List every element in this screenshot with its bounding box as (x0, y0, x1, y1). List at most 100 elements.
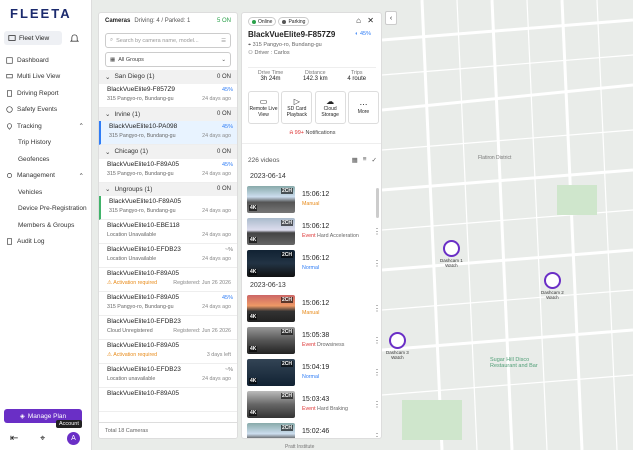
fleeta-logo: FLEETA (10, 6, 72, 21)
camera-item[interactable]: BlackVueElite10-F89A05 315 Pangyo-ro, Bun… (99, 196, 237, 220)
remote-live-view-button[interactable]: ▭ Remote Live View (248, 91, 279, 124)
chevron-left-icon: ‹ (389, 14, 393, 22)
fleet-view-button[interactable]: Fleet View (4, 31, 62, 45)
group-san-diego[interactable]: ⌄ San Diego (1) 0 ON (99, 70, 237, 84)
more-options-icon[interactable]: ⋮ (371, 400, 381, 409)
monitor-icon (6, 74, 13, 79)
more-options-icon[interactable]: ⋮ (371, 227, 381, 236)
nav-driving-report[interactable]: Driving Report (0, 85, 92, 102)
vehicle-marker[interactable]: Dashcam 1 Watch (440, 240, 463, 269)
nav-vehicles[interactable]: Vehicles (0, 184, 92, 201)
video-thumbnail[interactable]: 2CH4K (247, 185, 295, 213)
cameras-title: Cameras (105, 18, 131, 24)
map[interactable] (382, 0, 633, 450)
report-icon (7, 90, 12, 97)
check-icon[interactable]: ✓ (372, 156, 377, 164)
video-item[interactable]: 2CH 4K 15:04:19 Normal ⋮ (242, 356, 381, 388)
groups-select[interactable]: ▦ All Groups ⌄ (105, 52, 231, 67)
fleet-view-label: Fleet View (19, 34, 50, 42)
camera-item-selected[interactable]: BlackVueElite10-PA098 45% 315 Pangyo-ro, B… (99, 121, 237, 145)
more-options-icon[interactable]: ⋮ (371, 304, 381, 313)
alert-icon (6, 106, 13, 113)
nav-management[interactable]: Management ⌃ (0, 168, 92, 185)
video-thumbnail[interactable]: 2CH4K (247, 294, 295, 322)
nav-dashboard[interactable]: Dashboard (0, 52, 92, 69)
nav-multi-live-view[interactable]: Multi Live View (0, 69, 92, 86)
calendar-icon[interactable]: ▦ (352, 156, 358, 164)
video-thumbnail[interactable]: 2CH4K (247, 390, 295, 418)
video-time: 15:04:19 (302, 364, 330, 371)
trip-stats: Drive Time 3h 24m Distance 142.3 km Trips 4… (248, 67, 376, 82)
more-options-icon[interactable]: ⋮ (371, 336, 381, 345)
nav-device-pre-registration[interactable]: Device Pre-Registration (0, 201, 92, 218)
video-item[interactable]: 2CH 4K 15:03:43 Event Hard Braking ⋮ (242, 388, 381, 420)
video-item[interactable]: 2CH 4K 15:06:12 Normal ⋮ (242, 247, 381, 279)
map-label: Pratt Institute (285, 444, 315, 450)
video-thumbnail[interactable]: 2CH4K (247, 422, 295, 438)
notifications-link[interactable]: ⍾ 99+ Notifications (242, 130, 381, 144)
camera-item[interactable]: BlackVueElite10-EFDB23 ~% Location Unavail… (99, 244, 237, 268)
sd-card-playback-button[interactable]: ▷ SD Card Playback (281, 91, 313, 124)
vehicle-marker[interactable]: Dashcam 3 Watch (386, 332, 409, 361)
camera-item[interactable]: BlackVueElite10-F89A05 ⚠ Activation requi… (99, 268, 237, 292)
collapse-panel-button[interactable]: ‹ (385, 11, 397, 25)
bell-icon[interactable] (70, 33, 79, 43)
video-type: Manual (302, 201, 320, 207)
video-item[interactable]: 2CH 4K 15:05:38 Event Drowsiness ⋮ (242, 324, 381, 356)
nav-trip-history[interactable]: Trip History (0, 135, 92, 152)
video-item[interactable]: 2CH4K 15:02:46 Normal ⋮ (242, 420, 381, 439)
group-chicago[interactable]: ⌄ Chicago (1) 0 ON (99, 145, 237, 159)
group-ungroups[interactable]: ⌄ Ungroups (1) 0 ON (99, 182, 237, 196)
videos-count: 226 videos (248, 156, 280, 164)
camera-item[interactable]: BlackVueElite10-EFDB23 Cloud Unregistered… (99, 316, 237, 340)
map-label: Flatiron District (478, 155, 512, 161)
cloud-storage-button[interactable]: ☁ Cloud Storage (314, 91, 346, 124)
camera-item[interactable]: BlackVueElite10-F89A05 45% 315 Pangyo-ro, … (99, 159, 237, 183)
more-options-icon[interactable]: ⋮ (371, 432, 381, 439)
avatar[interactable]: A (67, 432, 80, 445)
scrollbar[interactable] (376, 188, 379, 218)
group-irvine[interactable]: ⌄ Irvine (1) 0 ON (99, 107, 237, 121)
search-input[interactable]: ⌕ Search by camera name, model... ☰ (105, 33, 231, 48)
camera-item[interactable]: BlackVueElite10-F89A05 45% 315 Pangyo-ro, … (99, 292, 237, 316)
camera-item[interactable]: BlackVueElite10-EFDB23 ~% Location unavail… (99, 364, 237, 388)
camera-item[interactable]: BlackVueElite10-F89A05 (99, 388, 237, 412)
home-icon[interactable]: ⌂ (356, 16, 361, 25)
video-thumbnail[interactable]: 2CH4K (247, 217, 295, 245)
group-icon: ▦ (110, 56, 116, 63)
video-thumbnail[interactable]: 2CH4K (247, 358, 295, 386)
camera-detail-panel: Online Parking ⌂ ✕ BlackVueElite9-F857Z9… (241, 12, 382, 439)
video-time: 15:05:38 (302, 332, 330, 339)
filter-icon[interactable]: ☰ (221, 38, 226, 44)
video-item[interactable]: 2CH4K15:06:12Manual ⋮ (242, 183, 381, 215)
nav-geofences[interactable]: Geofences (0, 151, 92, 168)
more-options-icon[interactable]: ⋮ (371, 368, 381, 377)
more-options-icon[interactable]: ⋮ (371, 259, 381, 268)
nav-members-groups[interactable]: Members & Groups (0, 217, 92, 234)
close-icon[interactable]: ✕ (367, 16, 374, 25)
video-icon: ▭ (259, 96, 268, 106)
more-icon: ⋯ (359, 99, 368, 109)
play-icon: ▷ (293, 96, 300, 106)
search-icon: ⌕ (110, 37, 114, 43)
nav-audit-log[interactable]: Audit Log (0, 234, 92, 251)
camera-item[interactable]: BlackVueElite10-F89A05 ⚠ Activation requi… (99, 340, 237, 364)
on-count: 5 ON (216, 18, 231, 24)
camera-item[interactable]: BlackVueElite10-EBE118 Location Unavailab… (99, 220, 237, 244)
logout-icon[interactable]: ⇤ (10, 433, 18, 444)
video-type: Event Hard Acceleration (302, 233, 359, 239)
vehicle-marker[interactable]: Dashcam 2 Watch (541, 272, 564, 301)
tag-icon: ◈ (19, 413, 25, 420)
nav-tracking[interactable]: Tracking ⌃ (0, 118, 92, 135)
account-tooltip: Account (56, 420, 82, 428)
video-item[interactable]: 2CH 4K 15:06:12 Event Hard Acceleration ⋮ (242, 215, 381, 247)
filter-icon[interactable]: ≡ (363, 156, 367, 164)
camera-item[interactable]: BlackVueElite9-F857Z9 45% 315 Pangyo-ro, B… (99, 84, 237, 108)
video-item[interactable]: 2CH4K15:06:12Manual ⋮ (242, 292, 381, 324)
nav-safety-events[interactable]: Safety Events (0, 102, 92, 119)
more-button[interactable]: ⋯ More (347, 91, 379, 124)
tracking-icon (7, 123, 12, 130)
theme-icon[interactable]: ⌖ (40, 433, 45, 444)
video-thumbnail[interactable]: 2CH4K (247, 326, 295, 354)
video-thumbnail[interactable]: 2CH4K (247, 249, 295, 277)
